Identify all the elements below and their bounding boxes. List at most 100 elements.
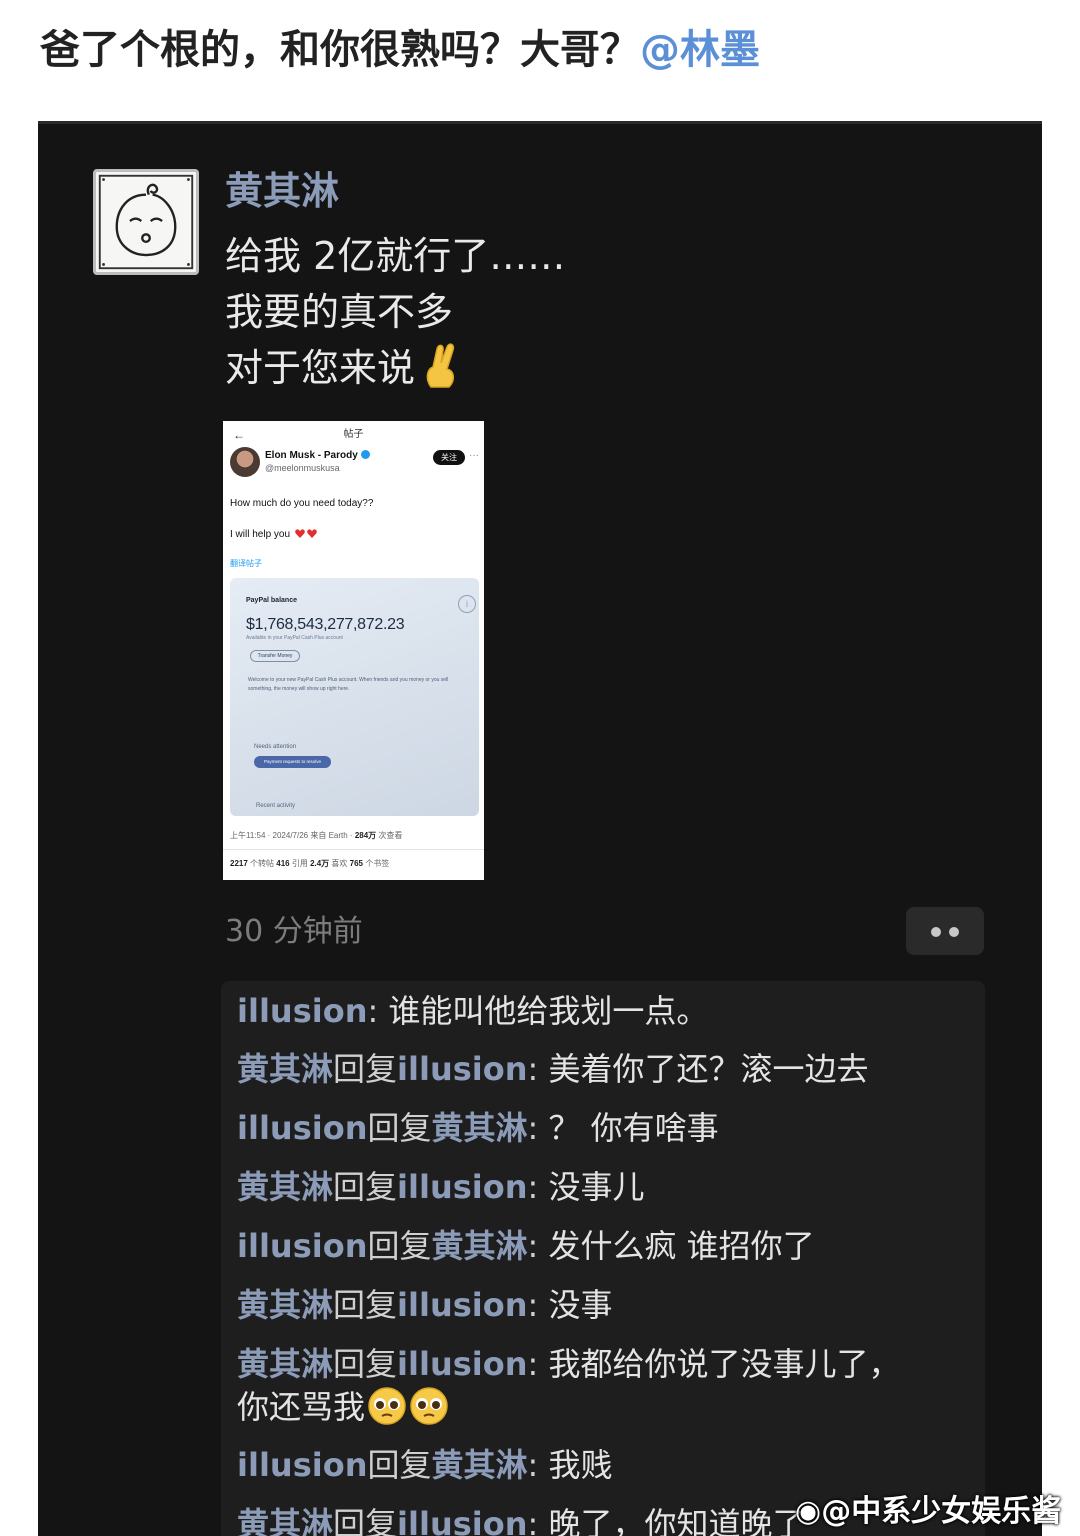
reposts-label: 个转帖 bbox=[247, 859, 277, 868]
pleading-face-icon bbox=[368, 1387, 406, 1425]
paypal-balance-label: PayPal balance bbox=[246, 597, 297, 604]
reply-item[interactable]: illusion回复黄其淋: 我贱 bbox=[237, 1443, 977, 1487]
avatar[interactable] bbox=[93, 169, 199, 275]
quotes-label: 引用 bbox=[289, 859, 311, 868]
reply-author[interactable]: illusion bbox=[237, 992, 367, 1030]
tweet-text-line-2: I will help you bbox=[230, 528, 317, 542]
follow-button[interactable]: 关注 bbox=[433, 450, 465, 465]
reply-separator: : bbox=[527, 1227, 549, 1265]
reply-joiner: 回复 bbox=[367, 1109, 432, 1147]
tweet-meta: 上午11:54 · 2024/7/26 来自 Earth · 284万 次查看 bbox=[230, 831, 402, 841]
tweet-header: ← 帖子 bbox=[223, 427, 484, 443]
recent-activity-label: Recent activity bbox=[256, 803, 296, 809]
paypal-balance-subtext: Available in your PayPal Cash Plus accou… bbox=[246, 635, 343, 641]
mention-link[interactable]: @林墨 bbox=[640, 27, 760, 73]
reply-target[interactable]: 黄其淋 bbox=[431, 1227, 527, 1265]
reply-item-continuation: 你还骂我 bbox=[237, 1385, 977, 1429]
reply-target[interactable]: illusion bbox=[397, 1050, 527, 1088]
message-line-3: 对于您来说 bbox=[225, 340, 461, 396]
avatar-doodle-face-icon bbox=[98, 174, 194, 270]
author-name[interactable]: 黄其淋 bbox=[225, 167, 339, 215]
reply-joiner: 回复 bbox=[367, 1227, 432, 1265]
reply-separator: : bbox=[367, 992, 389, 1030]
reply-text: 晚了，你知道晚了 bbox=[548, 1505, 805, 1536]
tweet-views-label: 次查看 bbox=[376, 831, 403, 840]
paypal-screenshot[interactable]: PayPal balance i $1,768,543,277,872.23 A… bbox=[230, 578, 479, 816]
tweet-account-name-text: Elon Musk - Parody bbox=[265, 450, 358, 461]
reply-item[interactable]: illusion回复黄其淋: ？ 你有啥事 bbox=[237, 1106, 977, 1150]
reply-text: 谁能叫他给我划一点。 bbox=[388, 992, 709, 1030]
reply-item[interactable]: 黄其淋回复illusion: 我都给你说了没事儿了， bbox=[237, 1342, 977, 1386]
reply-target[interactable]: illusion bbox=[397, 1345, 527, 1383]
dot-icon bbox=[931, 927, 941, 937]
reply-author[interactable]: 黄其淋 bbox=[237, 1505, 333, 1536]
divider bbox=[223, 849, 484, 850]
reply-separator: : bbox=[527, 1109, 549, 1147]
likes-label: 喜欢 bbox=[329, 859, 350, 868]
reply-target[interactable]: 黄其淋 bbox=[431, 1109, 527, 1147]
reply-text: 发什么疯 谁招你了 bbox=[548, 1227, 815, 1265]
reply-text: 你还骂我 bbox=[237, 1388, 366, 1426]
reply-author[interactable]: 黄其淋 bbox=[237, 1050, 333, 1088]
payment-requests-button: Payment requests to resolve bbox=[254, 756, 331, 768]
reply-joiner: 回复 bbox=[333, 1286, 398, 1324]
reply-author[interactable]: illusion bbox=[237, 1227, 367, 1265]
red-heart-icon bbox=[307, 529, 317, 538]
tweet-meta-time: 上午11:54 · 2024/7/26 来自 Earth · bbox=[230, 831, 355, 840]
reply-item[interactable]: illusion回复黄其淋: 发什么疯 谁招你了 bbox=[237, 1224, 977, 1268]
more-options-icon[interactable]: ··· bbox=[469, 450, 479, 462]
tweet-account-name[interactable]: Elon Musk - Parody bbox=[265, 450, 370, 462]
needs-attention-label: Needs attention bbox=[254, 744, 297, 750]
tweet-stats: 2217 个转帖 416 引用 2.4万 喜欢 765 个书签 bbox=[230, 859, 389, 869]
red-heart-icon bbox=[295, 529, 305, 538]
reply-joiner: 回复 bbox=[367, 1446, 432, 1484]
verified-badge-icon bbox=[360, 450, 370, 459]
message-line-2: 我要的真不多 bbox=[225, 290, 454, 334]
reply-text: ？ 你有啥事 bbox=[548, 1109, 719, 1147]
chat-screenshot: 黄其淋 给我 2亿就行了…… 我要的真不多 对于您来说 ← 帖子 Elon Mu… bbox=[38, 121, 1042, 1536]
paypal-welcome-text: Welcome to your new PayPal Cash Plus acc… bbox=[248, 677, 449, 692]
reply-target[interactable]: illusion bbox=[397, 1286, 527, 1324]
reply-item[interactable]: illusion: 谁能叫他给我划一点。 bbox=[237, 989, 977, 1033]
message-line-1: 给我 2亿就行了…… bbox=[225, 234, 566, 278]
post-timestamp: 30 分钟前 bbox=[225, 914, 363, 949]
reply-item[interactable]: 黄其淋回复illusion: 没事儿 bbox=[237, 1165, 977, 1209]
tweet-screenshot[interactable]: ← 帖子 Elon Musk - Parody @meelonmuskusa 关… bbox=[223, 421, 484, 880]
reply-author[interactable]: 黄其淋 bbox=[237, 1286, 333, 1324]
tweet-page-title: 帖子 bbox=[343, 429, 364, 440]
weibo-logo-icon: ◉ bbox=[795, 1494, 822, 1529]
likes-count: 2.4万 bbox=[310, 859, 330, 868]
reply-author[interactable]: illusion bbox=[237, 1446, 367, 1484]
post-caption: 爸了个根的，和你很熟吗？大哥？@林墨 bbox=[40, 22, 1040, 78]
reply-author[interactable]: 黄其淋 bbox=[237, 1168, 333, 1206]
reply-item[interactable]: 黄其淋回复illusion: 没事 bbox=[237, 1283, 977, 1327]
translate-link[interactable]: 翻译帖子 bbox=[230, 559, 262, 569]
tweet-text-line-2-text: I will help you bbox=[230, 529, 291, 540]
quotes-count: 416 bbox=[276, 859, 290, 868]
reply-separator: : bbox=[527, 1050, 549, 1088]
watermark: ◉@中系少女娱乐酱 bbox=[795, 1489, 1061, 1535]
message-line-3-text: 对于您来说 bbox=[225, 346, 416, 390]
reply-text: 没事 bbox=[548, 1286, 613, 1324]
reply-joiner: 回复 bbox=[333, 1505, 398, 1536]
reply-author[interactable]: illusion bbox=[237, 1109, 367, 1147]
pleading-face-icon bbox=[410, 1387, 448, 1425]
more-options-button[interactable] bbox=[906, 907, 984, 955]
reply-target[interactable]: illusion bbox=[397, 1168, 527, 1206]
reply-joiner: 回复 bbox=[333, 1050, 398, 1088]
tweet-avatar[interactable] bbox=[230, 447, 260, 477]
reply-text: 我贱 bbox=[548, 1446, 613, 1484]
reply-text: 我都给你说了没事儿了， bbox=[548, 1345, 901, 1383]
reply-target[interactable]: illusion bbox=[397, 1505, 527, 1536]
reply-item[interactable]: 黄其淋回复illusion: 美着你了还？滚一边去 bbox=[237, 1047, 977, 1091]
bookmarks-count: 765 bbox=[349, 859, 363, 868]
tweet-text-line-1: How much do you need today?? bbox=[230, 498, 374, 509]
reply-separator: : bbox=[527, 1446, 549, 1484]
reply-author[interactable]: 黄其淋 bbox=[237, 1345, 333, 1383]
reply-separator: : bbox=[527, 1505, 549, 1536]
info-icon: i bbox=[458, 595, 476, 613]
reply-text: 美着你了还？滚一边去 bbox=[548, 1050, 869, 1088]
reply-target[interactable]: 黄其淋 bbox=[431, 1446, 527, 1484]
paypal-balance-value: $1,768,543,277,872.23 bbox=[246, 616, 405, 633]
caption-text: 爸了个根的，和你很熟吗？大哥？ bbox=[40, 27, 640, 73]
